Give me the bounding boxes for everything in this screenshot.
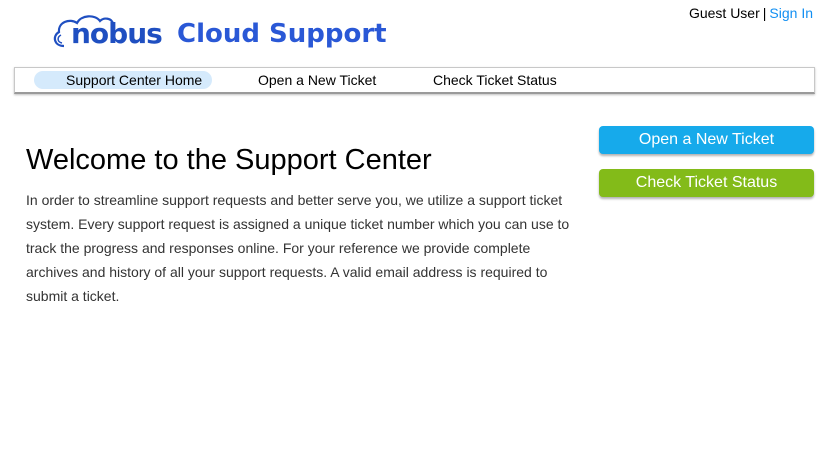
check-ticket-status-button[interactable]: Check Ticket Status [599,169,814,197]
page-title: Welcome to the Support Center [26,144,432,176]
welcome-text: In order to streamline support requests … [26,192,570,304]
logo[interactable]: nobus Cloud Support [50,12,390,52]
separator: | [762,5,767,21]
nav-open-new-ticket[interactable]: Open a New Ticket [258,71,376,89]
logo-nobus: nobus [71,17,163,50]
nav-bar: Support Center Home Open a New Ticket Ch… [14,67,815,94]
guest-user-label: Guest User [688,5,760,21]
nav-check-ticket-status[interactable]: Check Ticket Status [433,71,557,89]
page: nobus Cloud Support Guest User | Sign In S… [0,0,831,475]
open-new-ticket-button[interactable]: Open a New Ticket [599,126,814,154]
user-area: Guest User | Sign In [689,5,813,21]
sign-in-link[interactable]: Sign In [769,5,813,21]
logo-cloud-support: Cloud Support [177,19,387,49]
nav-support-center-home[interactable]: Support Center Home [34,71,213,89]
